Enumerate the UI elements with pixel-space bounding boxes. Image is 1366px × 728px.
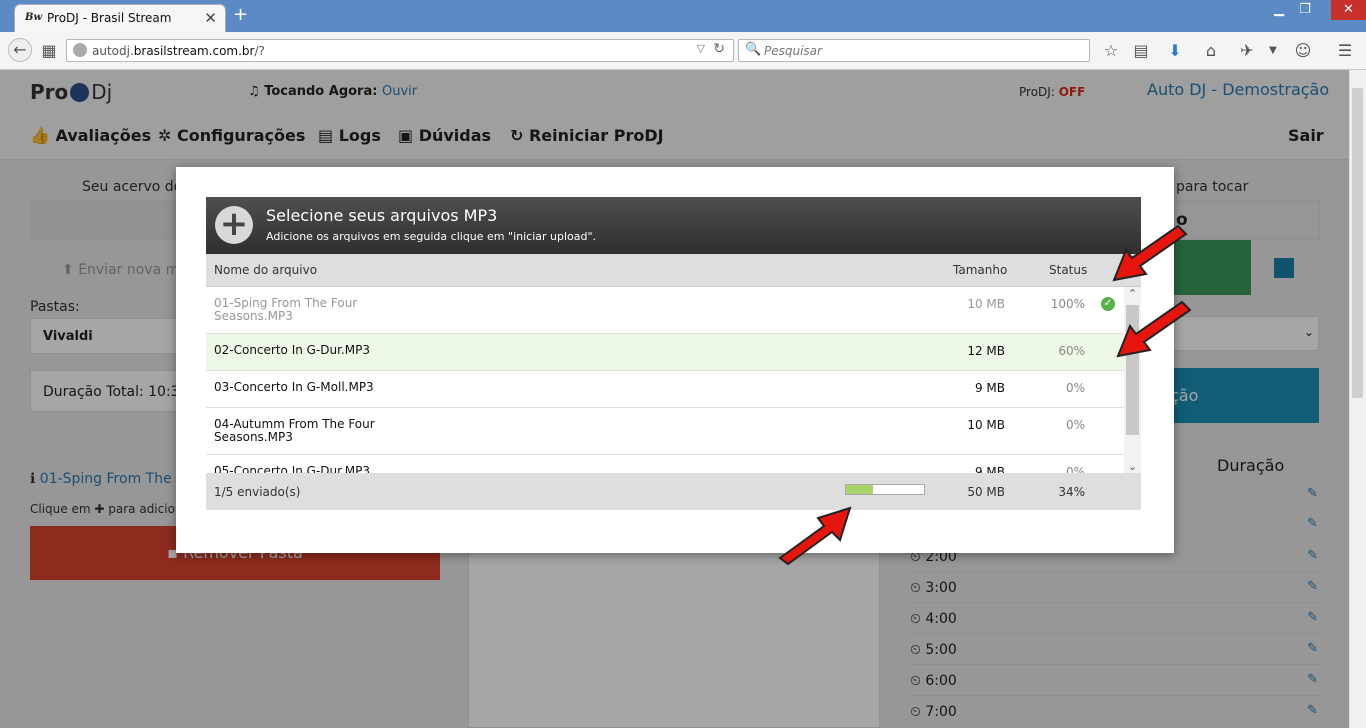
file-status: 0% [1065,418,1085,432]
reload-icon[interactable]: ↻ [713,41,725,57]
file-name: 01-Sping From The Four Seasons.MP3 [214,296,358,323]
total-progress-fill [846,485,873,494]
file-size: 9 MB [974,381,1005,395]
column-file-name: Nome do arquivo [214,263,318,277]
annotation-arrow [778,506,852,566]
restore-icon[interactable]: ❐ [1292,0,1318,22]
file-status: 0% [1065,465,1085,473]
annotation-arrow [1112,224,1188,282]
file-row[interactable]: 01-Sping From The Four Seasons.MP3 10 MB… [206,287,1124,334]
reading-list-icon[interactable]: ▤ [1130,40,1152,62]
file-row[interactable]: 05-Concerto In G-Dur.MP3 9 MB 0% [206,455,1124,473]
uploader-header: + Selecione seus arquivos MP3 Adicione o… [206,197,1141,254]
tab-title: ProDJ - Brasil Stream [47,11,172,25]
total-percent: 34% [1058,485,1085,499]
file-size: 12 MB [967,344,1005,358]
file-size: 10 MB [967,418,1005,432]
extension-dropdown-icon[interactable]: ▼ [1262,40,1284,62]
file-size: 9 MB [974,465,1005,473]
tiles-icon[interactable]: ▦ [38,40,60,62]
file-status: 60% [1058,344,1085,358]
search-bar[interactable]: 🔍 Pesquisar [738,39,1090,62]
search-placeholder: Pesquisar [764,44,822,58]
file-row[interactable]: 03-Concerto In G-Moll.MP3 9 MB 0% [206,371,1124,408]
file-status: 0% [1065,381,1085,395]
file-list[interactable]: 01-Sping From The Four Seasons.MP3 10 MB… [206,287,1124,473]
tab-close-icon[interactable]: ✕ [204,9,217,27]
window-close-icon[interactable]: ✕ [1331,0,1366,20]
file-name: 04-Autumm From The Four Seasons.MP3 [214,417,375,444]
new-tab-icon[interactable]: + [233,4,248,25]
favicon: Bw [25,12,43,23]
uploader-title: Selecione seus arquivos MP3 [266,206,498,225]
account-icon[interactable]: ☺ [1292,40,1314,62]
uploader-footer: 1/5 enviado(s) 50 MB 34% [206,473,1141,510]
file-table-header: Nome do arquivo Tamanho Status [206,254,1141,287]
url-dropdown-icon[interactable]: ▽ [697,42,705,55]
column-status: Status [1049,263,1088,277]
file-row[interactable]: 02-Concerto In G-Dur.MP3 12 MB 60% [206,334,1124,371]
search-icon: 🔍 [745,42,762,57]
back-icon[interactable]: ← [8,38,32,62]
file-name: 05-Concerto In G-Dur.MP3 [214,464,371,474]
file-name: 02-Concerto In G-Dur.MP3 [214,343,371,357]
browser-tab[interactable]: Bw ProDJ - Brasil Stream ✕ [14,4,226,32]
home-icon[interactable]: ⌂ [1200,40,1222,62]
globe-icon [73,43,87,57]
menu-hamburger-icon[interactable]: ☰ [1334,40,1356,62]
uploader-subtitle: Adicione os arquivos em seguida clique e… [266,230,597,243]
file-size: 10 MB [967,297,1005,311]
total-progress-bar [845,484,925,495]
file-row[interactable]: 04-Autumm From The Four Seasons.MP3 10 M… [206,408,1124,455]
download-icon[interactable]: ⬇ [1164,40,1186,62]
file-status: 100% [1050,297,1085,311]
file-name: 03-Concerto In G-Moll.MP3 [214,380,374,394]
page-scrollbar-thumb[interactable] [1352,88,1363,398]
extension-icon[interactable]: ✈ [1236,40,1258,62]
column-size: Tamanho [953,263,1008,277]
bookmark-star-icon[interactable]: ☆ [1100,40,1122,62]
total-size: 50 MB [967,485,1005,499]
url-bar[interactable]: autodj.brasilstream.com.br/? ▽ ↻ [66,39,734,62]
upload-count: 1/5 enviado(s) [214,485,301,499]
scroll-down-icon[interactable]: ⌄ [1128,460,1137,473]
add-files-button[interactable]: + [215,206,253,244]
minimize-icon[interactable]: ▁ [1266,0,1292,22]
navigation-toolbar: ← ▦ autodj.brasilstream.com.br/? ▽ ↻ 🔍 P… [0,32,1366,70]
check-icon: ✓ [1101,297,1115,311]
url-text: autodj.brasilstream.com.br/? [92,44,265,58]
annotation-arrow [1116,300,1192,358]
